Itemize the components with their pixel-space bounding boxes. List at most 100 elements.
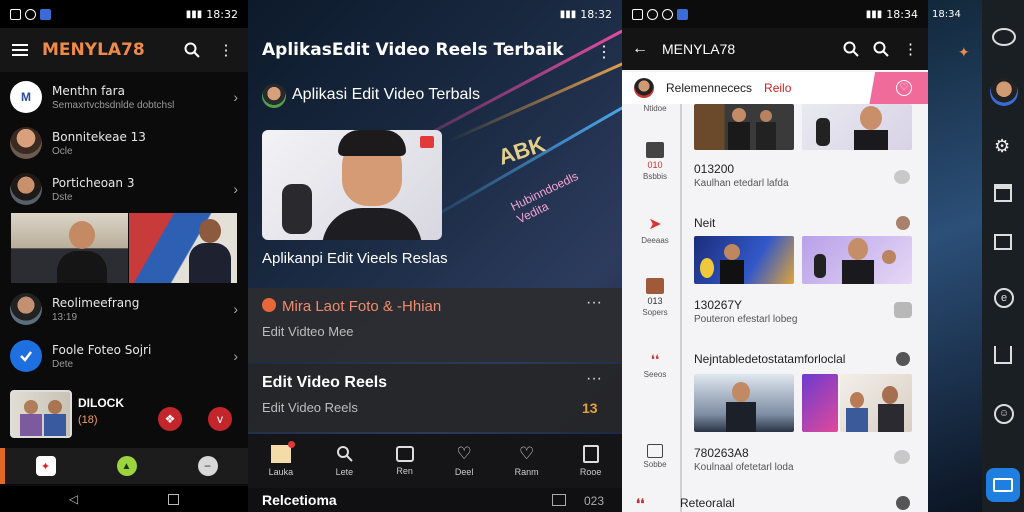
- translate-icon[interactable]: [986, 468, 1020, 502]
- nav-label: Ranm: [514, 467, 539, 477]
- side-rail: ⚙ e ☺: [982, 0, 1024, 512]
- video-icon[interactable]: v: [208, 407, 232, 431]
- content-card[interactable]: Mira Laot Foto & -Hhian Edit Vidteo Mee …: [248, 288, 622, 362]
- category-item[interactable]: 010 Bsbbis: [632, 142, 678, 181]
- person-image: [760, 110, 772, 122]
- video-thumbnail[interactable]: [11, 213, 128, 283]
- heart-icon[interactable]: ❖: [158, 407, 182, 431]
- chat-icon[interactable]: [894, 450, 910, 464]
- recents-icon[interactable]: [168, 493, 180, 505]
- category-item[interactable]: 013 Sopers: [632, 278, 678, 317]
- entry-title: 130267Y: [694, 298, 743, 312]
- list-item[interactable]: Bonnitekeae 13 Ocle: [0, 120, 248, 166]
- video-thumbnail[interactable]: [802, 236, 912, 284]
- list-item[interactable]: M Menthn fara Semaxrtvcbsdnlde dobtchsl ›: [0, 74, 248, 120]
- person-image: [842, 260, 874, 284]
- app-bar: MENYLA78 ⋮: [0, 28, 248, 72]
- list-item-title: Bonnitekeae 13: [52, 129, 146, 144]
- list-item[interactable]: Reolimeefrang 13:19 ›: [0, 286, 248, 332]
- bottom-card-thumbnail[interactable]: [10, 390, 72, 438]
- nav-label: Rooe: [579, 467, 602, 477]
- menu-icon[interactable]: [12, 44, 28, 56]
- content-card[interactable]: Edit Video Reels Edit Video Reels ··· 13: [248, 364, 622, 432]
- nav-item[interactable]: Lete: [334, 445, 354, 477]
- video-thumbnail[interactable]: [129, 213, 237, 283]
- triangle-icon[interactable]: ▲: [116, 456, 137, 476]
- more-horiz-icon[interactable]: ···: [586, 370, 602, 388]
- entry-sub: Pouteron efestarl lobeg: [694, 314, 798, 325]
- person-image: [57, 251, 107, 283]
- window-icon[interactable]: [994, 184, 1012, 202]
- back-arrow-icon[interactable]: ←: [632, 40, 648, 58]
- footer-label: Relcetioma: [262, 492, 337, 508]
- nav-item[interactable]: ♡ Deel: [455, 445, 474, 478]
- video-thumbnail[interactable]: [802, 104, 912, 150]
- status-time: 18:32: [580, 7, 612, 21]
- person-image: [854, 130, 888, 150]
- e-icon[interactable]: e: [994, 288, 1014, 308]
- minus-icon[interactable]: −: [197, 456, 218, 476]
- more-vert-icon[interactable]: ⋮: [903, 40, 918, 58]
- sync-icon: [662, 8, 673, 20]
- badge-icon[interactable]: [896, 496, 910, 510]
- hero-thumbnail[interactable]: [262, 130, 442, 240]
- category-item[interactable]: Ntidoe: [632, 104, 678, 113]
- more-horiz-icon[interactable]: ···: [586, 294, 602, 312]
- entry-sub: Kaulhan etedarl lafda: [694, 178, 789, 189]
- status-bar: ▮▮▮ 18:32: [248, 0, 622, 28]
- chevron-right-icon: ›: [233, 301, 238, 317]
- folder-icon: [646, 278, 664, 294]
- nav-item[interactable]: Lauka: [269, 441, 295, 477]
- tab-label[interactable]: Relemennececs: [666, 81, 752, 95]
- bottom-card-sub: (18): [78, 414, 98, 426]
- send-icon: ➤: [648, 216, 662, 233]
- video-thumbnail[interactable]: [802, 374, 838, 432]
- person-image: [69, 221, 95, 249]
- archive-icon: [646, 142, 664, 158]
- video-thumbnail[interactable]: [694, 374, 794, 432]
- settings-icon[interactable]: ⚙: [994, 136, 1010, 157]
- back-icon[interactable]: ◁: [69, 492, 78, 506]
- message-icon[interactable]: [994, 234, 1012, 250]
- more-vert-icon[interactable]: ⋮: [216, 40, 236, 60]
- gear-icon[interactable]: [894, 302, 912, 318]
- category-item[interactable]: Sobbe: [632, 444, 678, 469]
- chat-icon[interactable]: [894, 170, 910, 184]
- category-item[interactable]: ➤ Deeaas: [632, 214, 678, 245]
- video-thumbnail[interactable]: [694, 104, 794, 150]
- category-label: Deeaas: [641, 236, 669, 245]
- nav-item[interactable]: ♡ Ranm: [514, 445, 539, 478]
- avatar: [262, 84, 286, 108]
- entry-title: 780263A8: [694, 446, 749, 460]
- badge-icon[interactable]: [896, 352, 910, 366]
- badge-icon[interactable]: [896, 216, 910, 230]
- search-icon[interactable]: [182, 40, 202, 60]
- box-icon[interactable]: [994, 346, 1012, 364]
- nav-label: Lete: [335, 467, 354, 477]
- edit-icon[interactable]: [552, 494, 566, 506]
- share-icon[interactable]: [992, 28, 1016, 46]
- nav-item[interactable]: Ren: [395, 446, 414, 476]
- tab-active[interactable]: Reilo: [764, 81, 791, 95]
- app-icon: [40, 8, 51, 20]
- avatar[interactable]: [990, 78, 1018, 106]
- category-item[interactable]: ❛❛ Seeos: [632, 352, 678, 379]
- video-thumbnail[interactable]: [840, 374, 912, 432]
- list-item[interactable]: Porticheoan 3 Dste ›: [0, 166, 248, 212]
- person-image: [882, 386, 898, 404]
- list-item-title: Reolimeefrang: [52, 295, 140, 310]
- search-icon[interactable]: [843, 41, 859, 57]
- smile-icon[interactable]: ☺: [994, 404, 1014, 424]
- nav-item[interactable]: Rooe: [579, 445, 602, 477]
- category-label: Bsbbis: [642, 172, 667, 181]
- card-title: Edit Video Reels: [262, 374, 388, 391]
- list-item[interactable]: Foole Foteo Sojri Dete ›: [0, 333, 248, 379]
- heart-icon[interactable]: ♡: [896, 80, 912, 96]
- search-icon[interactable]: [873, 41, 889, 57]
- more-vert-icon[interactable]: ⋮: [596, 42, 612, 62]
- person-image: [728, 122, 750, 150]
- card-title: Mira Laot Foto & -Hhian: [282, 298, 442, 315]
- cube-icon[interactable]: ✦: [35, 456, 56, 476]
- category-label: Seeos: [643, 370, 667, 379]
- video-thumbnail[interactable]: [694, 236, 794, 284]
